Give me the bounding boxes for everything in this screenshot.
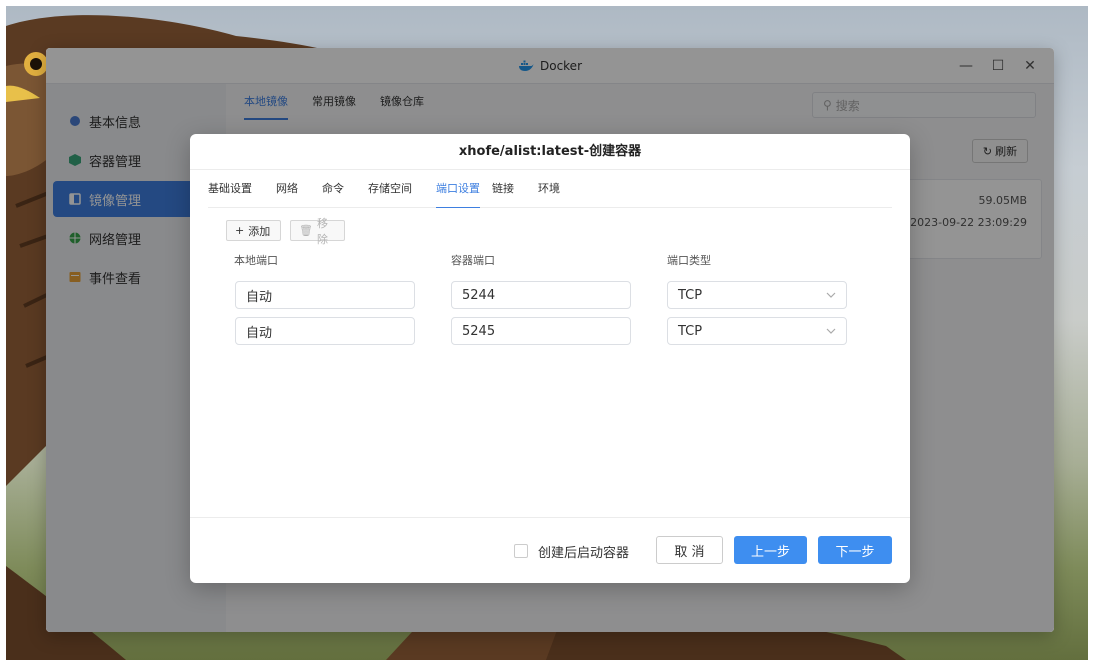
tab-port-settings[interactable]: 端口设置 (436, 172, 480, 208)
tab-storage[interactable]: 存储空间 (368, 172, 424, 208)
dialog-title: xhofe/alist:latest-创建容器 (190, 134, 910, 170)
create-container-dialog: xhofe/alist:latest-创建容器 基础设置 网络 命令 存储空间 … (190, 134, 910, 583)
port-type-value: TCP (678, 323, 703, 339)
local-port-input[interactable]: 自动 (235, 281, 415, 309)
tab-basic-settings[interactable]: 基础设置 (208, 172, 264, 208)
remove-port-button[interactable]: 🗑 移除 (290, 217, 345, 246)
plus-icon: + (235, 224, 245, 237)
port-type-select[interactable]: TCP (667, 281, 847, 309)
local-port-input[interactable]: 自动 (235, 317, 415, 345)
dialog-footer: 创建后启动容器 取 消 上一步 下一步 (190, 517, 910, 583)
local-port-value: 自动 (246, 289, 273, 305)
port-type-select[interactable]: TCP (667, 317, 847, 345)
local-port-value: 自动 (246, 325, 273, 341)
start-after-create-checkbox[interactable] (514, 544, 528, 558)
container-port-value: 5245 (462, 323, 496, 339)
column-header-port-type: 端口类型 (667, 254, 711, 267)
container-port-input[interactable]: 5244 (451, 281, 631, 309)
cancel-button[interactable]: 取 消 (656, 536, 723, 564)
tab-command[interactable]: 命令 (322, 172, 356, 208)
container-port-value: 5244 (462, 287, 496, 303)
column-header-local-port: 本地端口 (234, 254, 278, 267)
remove-label: 移除 (316, 216, 328, 246)
port-type-value: TCP (678, 287, 703, 303)
add-label: 添加 (248, 224, 271, 238)
container-port-input[interactable]: 5245 (451, 317, 631, 345)
previous-step-button[interactable]: 上一步 (734, 536, 807, 564)
start-after-create-label[interactable]: 创建后启动容器 (538, 542, 629, 561)
tab-network[interactable]: 网络 (276, 172, 310, 208)
chevron-down-icon (826, 292, 836, 298)
dialog-tabs: 基础设置 网络 命令 存储空间 端口设置 链接 环境 (208, 172, 892, 208)
add-port-button[interactable]: + 添加 (226, 220, 281, 241)
tab-environment[interactable]: 环境 (538, 172, 572, 208)
column-header-container-port: 容器端口 (451, 254, 495, 267)
next-step-button[interactable]: 下一步 (818, 536, 892, 564)
trash-icon: 🗑 (299, 224, 313, 237)
tab-links[interactable]: 链接 (492, 172, 526, 208)
chevron-down-icon (826, 328, 836, 334)
